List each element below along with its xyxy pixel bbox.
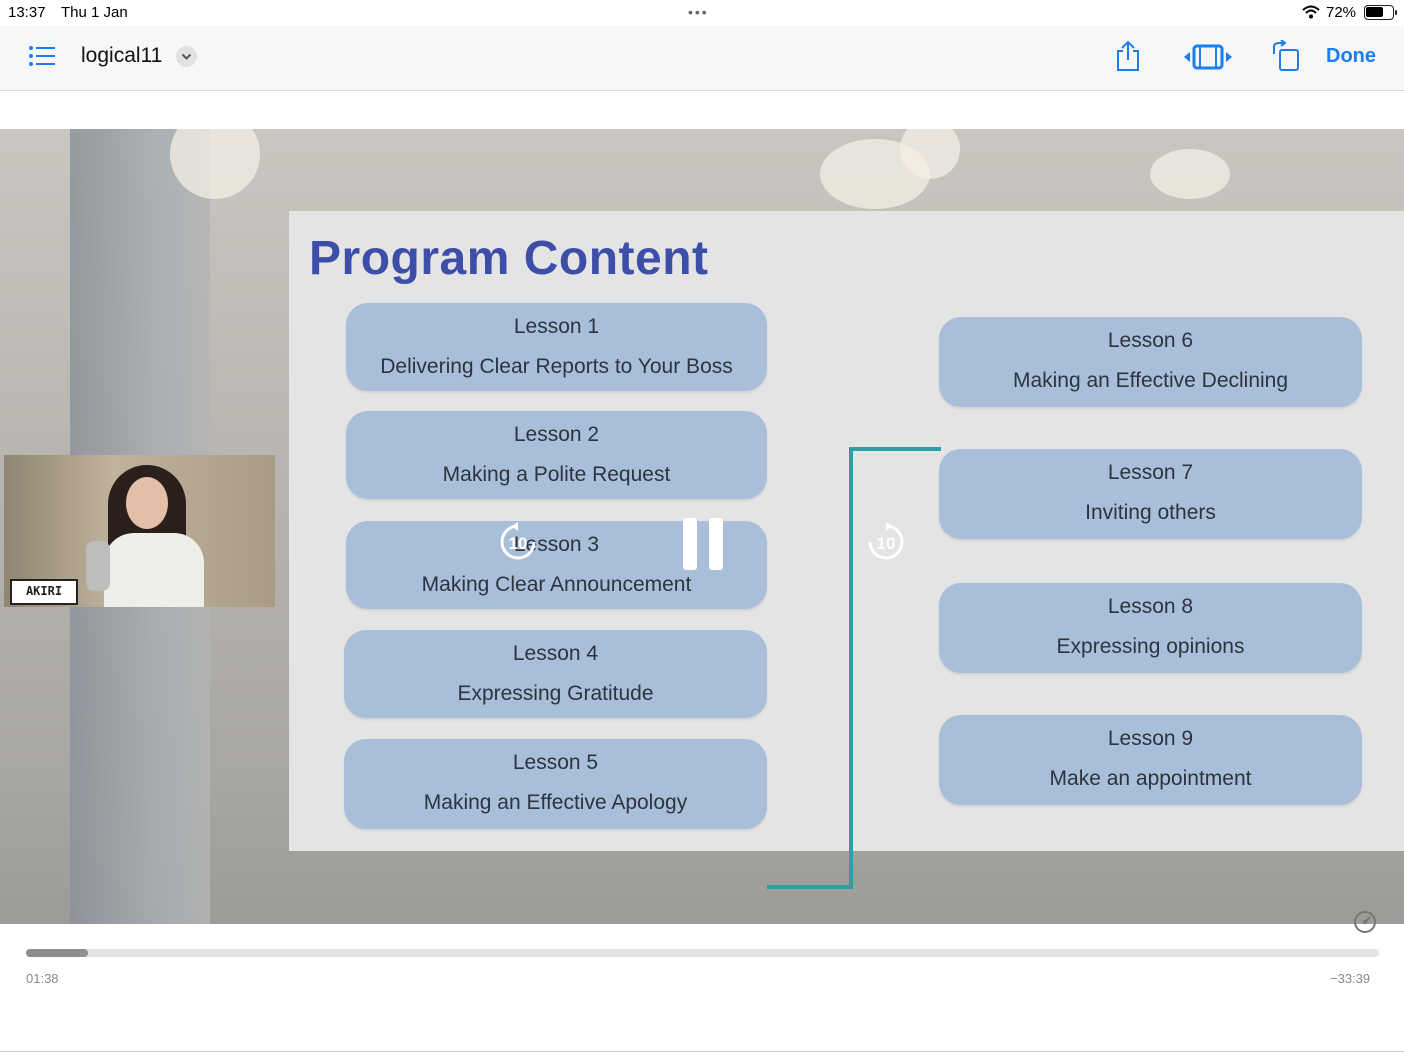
microphone [86, 541, 110, 591]
lesson-box: Lesson 2 Making a Polite Request [346, 411, 767, 499]
document-title[interactable]: logical11 [81, 44, 162, 68]
skip-forward-icon: 10 [868, 522, 904, 560]
skip-back-label: 10 [509, 534, 528, 553]
lesson-box: Lesson 4 Expressing Gratitude [344, 630, 767, 718]
presenter-face [126, 477, 168, 529]
list-icon[interactable] [28, 44, 56, 68]
lesson-number: Lesson 1 [513, 315, 600, 338]
webcam-feed: AKIRI [4, 455, 275, 607]
skip-back-button[interactable]: 10 [498, 522, 538, 562]
video-player[interactable]: Program Content Lesson 1 Delivering Clea… [0, 129, 1404, 924]
battery-percent: 72% [1326, 4, 1357, 21]
status-bar: 13:37 Thu 1 Jan ••• 72% [0, 0, 1404, 26]
lesson-title: Making a Polite Request [442, 463, 671, 486]
lesson-title: Expressing Gratitude [457, 682, 654, 705]
lesson-box: Lesson 7 Inviting others [939, 449, 1362, 539]
lesson-title: Making an Effective Declining [1012, 369, 1289, 392]
battery-icon [1364, 5, 1397, 20]
connector-line [767, 885, 853, 889]
chevron-down-icon[interactable] [176, 46, 197, 67]
lesson-number: Lesson 6 [1107, 329, 1194, 352]
elapsed-time: 01:38 [26, 971, 59, 986]
progress-scrubber[interactable] [26, 949, 1379, 957]
lesson-title: Make an appointment [1049, 767, 1252, 790]
pause-icon [709, 518, 723, 570]
status-date: Thu 1 Jan [61, 4, 128, 21]
presenter-name-tag: AKIRI [10, 579, 78, 605]
background-light [1150, 149, 1230, 199]
skip-back-icon: 10 [500, 522, 536, 560]
done-button[interactable]: Done [1326, 45, 1376, 68]
skip-forward-label: 10 [877, 534, 896, 553]
lesson-title: Making Clear Announcement [421, 573, 692, 596]
share-icon[interactable] [1115, 40, 1141, 72]
divider [0, 1051, 1404, 1052]
skip-forward-button[interactable]: 10 [866, 522, 906, 562]
lesson-box: Lesson 9 Make an appointment [939, 715, 1362, 805]
remaining-time: −33:39 [1330, 971, 1371, 986]
lesson-number: Lesson 2 [513, 423, 600, 446]
toolbar: logical11 Done [0, 26, 1404, 91]
status-time: 13:37 [8, 4, 46, 21]
connector-line [849, 447, 853, 889]
lesson-box: Lesson 8 Expressing opinions [939, 583, 1362, 673]
lesson-number: Lesson 9 [1107, 727, 1194, 750]
pause-icon [683, 518, 697, 570]
lesson-number: Lesson 7 [1107, 461, 1194, 484]
slide-title: Program Content [309, 232, 709, 285]
lesson-title: Making an Effective Apology [423, 791, 688, 814]
lesson-title: Inviting others [1085, 501, 1216, 524]
lesson-box: Lesson 5 Making an Effective Apology [344, 739, 767, 829]
rotate-icon[interactable] [1271, 40, 1301, 72]
connector-line [849, 447, 941, 451]
lesson-box: Lesson 6 Making an Effective Declining [939, 317, 1362, 407]
progress-fill [26, 949, 89, 957]
lesson-number: Lesson 8 [1107, 595, 1194, 618]
picture-in-picture-icon[interactable] [1183, 44, 1233, 70]
presenter-body [104, 533, 204, 607]
lesson-title: Expressing opinions [1056, 635, 1245, 658]
lesson-number: Lesson 5 [512, 751, 599, 774]
lesson-number: Lesson 4 [512, 642, 599, 665]
pause-button[interactable] [683, 518, 723, 570]
lesson-box: Lesson 1 Delivering Clear Reports to You… [346, 303, 767, 391]
presentation-slide: Program Content Lesson 1 Delivering Clea… [289, 211, 1404, 889]
playback-speed-icon[interactable] [1353, 910, 1377, 934]
lesson-title: Delivering Clear Reports to Your Boss [380, 355, 733, 378]
multitasking-dots-icon[interactable]: ••• [688, 4, 709, 20]
wifi-icon [1302, 5, 1320, 19]
